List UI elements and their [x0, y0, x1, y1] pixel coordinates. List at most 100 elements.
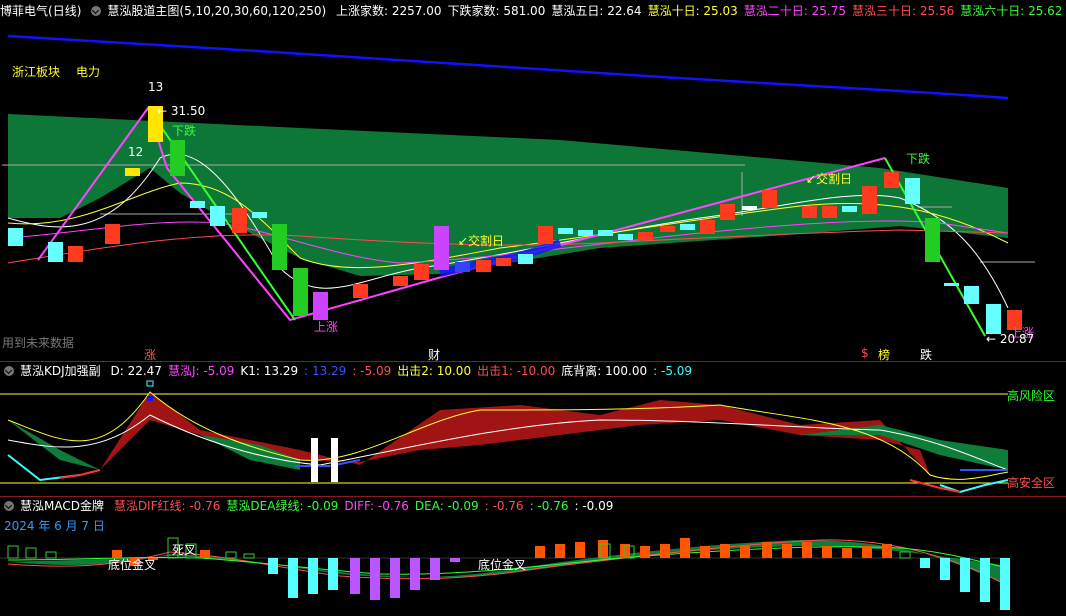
macd-stat-0: 慧泓DIF红线: -0.76	[113, 499, 221, 513]
candle	[762, 190, 777, 208]
period-label[interactable]: (日线)	[48, 4, 81, 18]
high-count: 13	[148, 80, 164, 94]
main-stat-2: 慧泓五日: 22.64	[551, 4, 642, 18]
candle	[272, 224, 287, 270]
macd-stat-6: : -0.09	[574, 499, 614, 513]
macd-bar	[410, 558, 420, 590]
candle	[944, 283, 959, 286]
candle	[293, 268, 308, 316]
candle	[170, 140, 185, 176]
candle	[638, 232, 653, 240]
kdj-red-fill	[100, 392, 930, 475]
macd-bar	[660, 544, 670, 558]
high-risk-label: 高风险区	[1007, 389, 1056, 403]
indicator-menu-icon[interactable]	[91, 6, 102, 16]
kdj-stat-6: 出击1: -10.00	[477, 364, 556, 378]
macd-bar	[720, 544, 730, 558]
kdj-red-line-2	[59, 469, 101, 479]
main-price-chart[interactable]	[0, 18, 1066, 360]
main-stat-4: 慧泓二十日: 25.75	[743, 4, 846, 18]
macd-bar	[740, 546, 750, 558]
macd-stat-5: : -0.76	[529, 499, 569, 513]
macd-bar	[390, 558, 400, 598]
macd-bar	[842, 548, 852, 558]
macd-header: 慧泓MACD金牌 慧泓DIF红线: -0.76 慧泓DEA绿线: -0.09 DIF…	[0, 497, 1066, 515]
kdj-title[interactable]: 慧泓KDJ加强副	[20, 364, 101, 378]
candle	[232, 208, 247, 233]
macd-bar	[243, 553, 255, 559]
kdj-top-marker-2	[147, 396, 153, 401]
macd-histogram	[7, 537, 1010, 610]
candle	[125, 168, 140, 176]
low-price-label: ← 20.87	[986, 332, 1035, 346]
candle	[210, 206, 225, 226]
up-label-1: 上涨	[314, 320, 339, 334]
macd-bar	[940, 558, 950, 580]
marker-dollar[interactable]: $	[861, 346, 869, 360]
macd-bar	[25, 547, 37, 559]
kdj-stats: D: 22.47 慧泓J: -5.09 K1: 13.29 : 13.29 : -5.0…	[110, 364, 698, 378]
macd-bar	[899, 551, 911, 559]
golden-cross-1: 底位金叉	[108, 558, 157, 572]
candle	[476, 260, 491, 272]
candle	[598, 230, 613, 236]
candle	[518, 254, 533, 264]
kdj-menu-icon[interactable]	[4, 366, 14, 376]
main-stat-6: 慧泓六十日: 25.62	[960, 4, 1063, 18]
candle	[8, 228, 23, 246]
macd-bar	[980, 558, 990, 602]
candle	[68, 246, 83, 262]
dead-cross: 死叉	[172, 543, 197, 557]
macd-bar	[575, 542, 585, 558]
candle	[862, 186, 877, 214]
low-count: 12	[128, 145, 144, 159]
macd-stat-1: 慧泓DEA绿线: -0.09	[226, 499, 339, 513]
macd-bar	[782, 544, 792, 558]
kdj-stat-8: : -5.09	[653, 364, 693, 378]
macd-bar	[225, 551, 237, 559]
macd-bar	[802, 542, 812, 558]
macd-title[interactable]: 慧泓MACD金牌	[20, 499, 104, 513]
candle	[455, 262, 470, 272]
kdj-stat-4: : -5.09	[352, 364, 392, 378]
main-indicator-name[interactable]: 慧泓股道主图(5,10,20,30,60,120,250)	[107, 4, 326, 18]
macd-bar	[1000, 558, 1010, 610]
candle	[618, 234, 633, 240]
delivery-day-1: ↙交割日	[458, 234, 505, 248]
main-stat-3: 慧泓十日: 25.03	[647, 4, 738, 18]
candle	[105, 224, 120, 244]
kdj-chart[interactable]	[0, 380, 1066, 496]
main-stats: 上涨家数: 2257.00 下跌家数: 581.00 慧泓五日: 22.64 慧泓十日…	[336, 4, 1066, 18]
macd-bar	[7, 545, 19, 559]
kdj-header: 慧泓KDJ加强副 D: 22.47 慧泓J: -5.09 K1: 13.29 : 13…	[0, 362, 1066, 380]
future-data-note: 用到未来数据	[2, 336, 75, 350]
kdj-stat-2: K1: 13.29	[240, 364, 299, 378]
macd-bar	[430, 558, 440, 580]
candle	[353, 284, 368, 298]
candle	[742, 206, 757, 210]
macd-bar	[762, 542, 772, 558]
kdj-stat-3: : 13.29	[304, 364, 347, 378]
macd-chart[interactable]	[0, 516, 1066, 616]
candle	[660, 226, 675, 232]
macd-bar	[328, 558, 338, 590]
macd-bar	[350, 558, 360, 594]
kdj-stat-0: D: 22.47	[110, 364, 162, 378]
macd-menu-icon[interactable]	[4, 501, 14, 511]
macd-bar	[308, 558, 318, 594]
kdj-stat-7: 底背离: 100.00	[561, 364, 648, 378]
macd-stat-2: DIFF: -0.76	[344, 499, 409, 513]
macd-bar	[960, 558, 970, 592]
candle	[252, 212, 267, 218]
main-stat-1: 下跌家数: 581.00	[447, 4, 546, 18]
candle	[558, 228, 573, 234]
macd-bar	[370, 558, 380, 600]
macd-bar	[268, 558, 278, 574]
candle	[720, 204, 735, 220]
stock-name[interactable]: 博菲电气	[0, 4, 48, 18]
candle	[884, 172, 899, 188]
macd-bar	[640, 546, 650, 558]
macd-bar	[555, 544, 565, 558]
macd-bar	[700, 546, 710, 558]
kdj-stat-1: 慧泓J: -5.09	[167, 364, 235, 378]
